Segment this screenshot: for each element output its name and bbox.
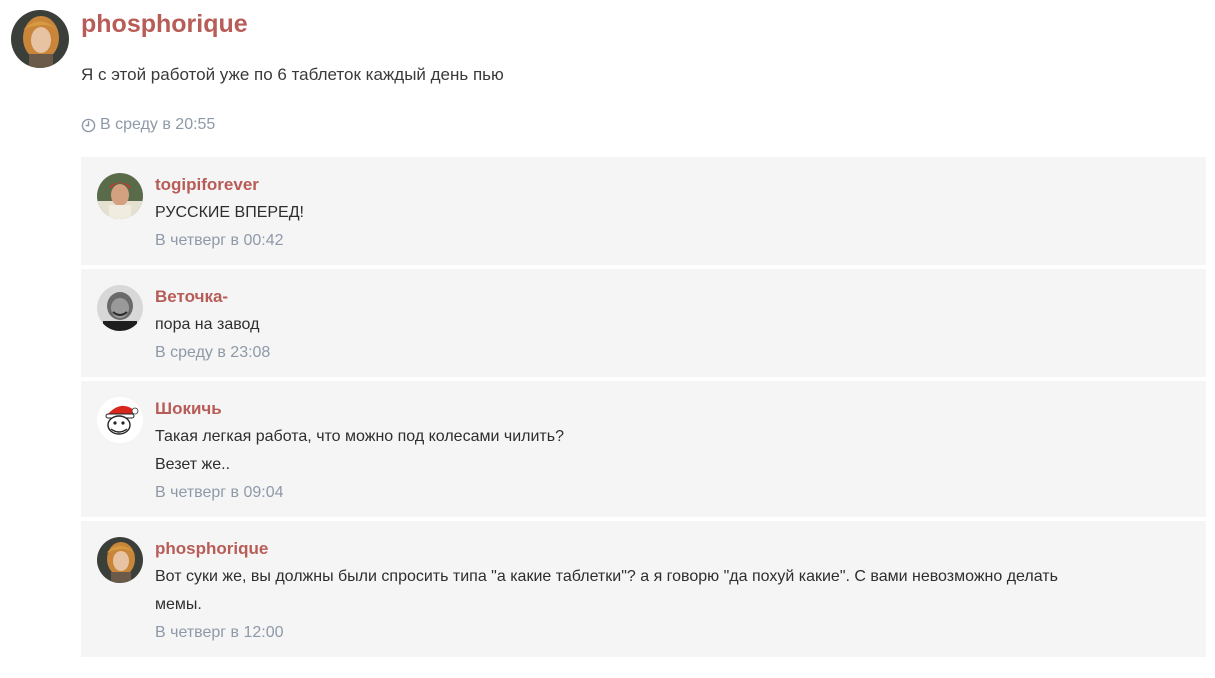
reply-timestamp[interactable]: В среду в 23:08 — [155, 341, 270, 365]
reply-list: togipiforever РУССКИЕ ВПЕРЕД! В четверг … — [81, 157, 1206, 661]
reply-text: РУССКИЕ ВПЕРЕД! — [155, 199, 1186, 227]
reply-avatar-image — [97, 285, 143, 331]
reply-timestamp[interactable]: В четверг в 12:00 — [155, 621, 284, 645]
reply-item: togipiforever РУССКИЕ ВПЕРЕД! В четверг … — [81, 157, 1206, 265]
reply-text: пора на завод — [155, 311, 1186, 339]
reply-item: Веточка- пора на завод В среду в 23:08 — [81, 269, 1206, 377]
avatar-image — [11, 10, 69, 68]
reply-text: Вот суки же, вы должны были спросить тип… — [155, 563, 1186, 619]
reply-author[interactable]: Веточка- — [155, 285, 228, 309]
post-text: Я с этой работой уже по 6 таблеток кажды… — [81, 65, 504, 84]
reply-item: phosphorique Вот суки же, вы должны были… — [81, 521, 1206, 657]
reply-text-line: Везет же.. — [155, 456, 231, 473]
reply-author[interactable]: phosphorique — [155, 537, 268, 561]
reply-avatar-image — [97, 537, 143, 583]
reply-text-line: Такая легкая работа, что можно под колес… — [155, 428, 564, 445]
post-author[interactable]: phosphorique — [81, 8, 248, 40]
reply-avatar[interactable] — [97, 173, 143, 219]
reply-avatar[interactable] — [97, 285, 143, 331]
reply-item: Шокичь Такая легкая работа, что можно по… — [81, 381, 1206, 517]
reply-avatar-image — [97, 397, 143, 443]
reply-text-line: мемы. — [155, 596, 202, 613]
reply-timestamp[interactable]: В четверг в 00:42 — [155, 229, 284, 253]
reply-text-line: Вот суки же, вы должны были спросить тип… — [155, 568, 1058, 585]
avatar[interactable] — [11, 10, 69, 68]
reply-author[interactable]: Шокичь — [155, 397, 222, 421]
post-time-text: В среду в 20:55 — [100, 116, 216, 133]
post-timestamp[interactable]: В среду в 20:55 — [81, 115, 215, 135]
reply-author[interactable]: togipiforever — [155, 173, 259, 197]
reply-avatar-image — [97, 173, 143, 219]
reply-timestamp[interactable]: В четверг в 09:04 — [155, 481, 284, 505]
post: phosphorique Я с этой работой уже по 6 т… — [0, 0, 1215, 678]
reply-avatar[interactable] — [97, 397, 143, 443]
clock-icon — [81, 118, 96, 133]
reply-avatar[interactable] — [97, 537, 143, 583]
reply-text: Такая легкая работа, что можно под колес… — [155, 423, 1186, 479]
reply-text-line: пора на завод — [155, 316, 260, 333]
reply-text-line: РУССКИЕ ВПЕРЕД! — [155, 204, 304, 221]
